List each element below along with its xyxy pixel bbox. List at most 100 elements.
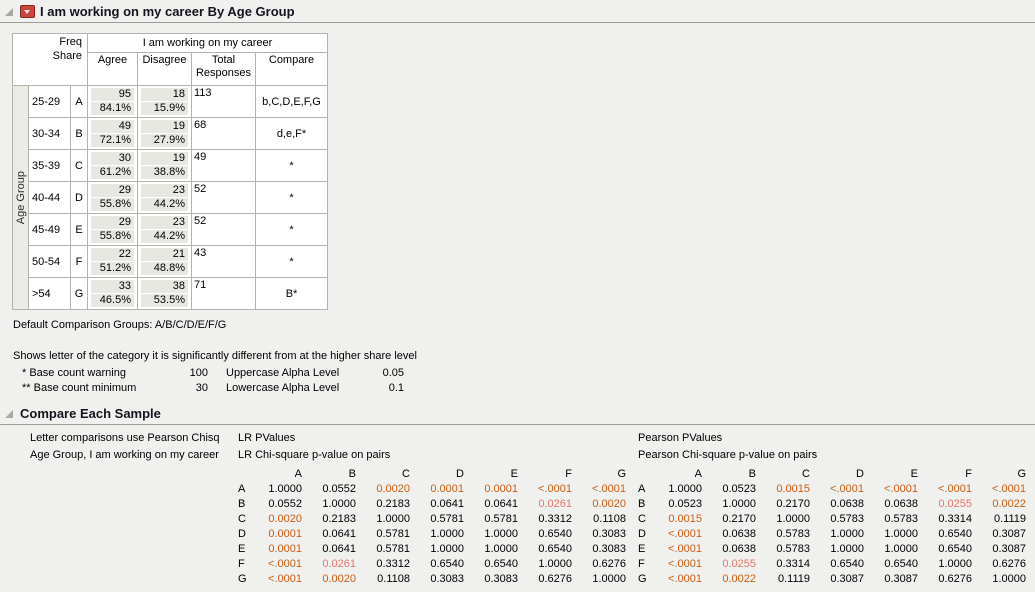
lower-alpha-label: Lowercase Alpha Level — [226, 381, 366, 396]
share-value: 53.5% — [141, 294, 188, 307]
pvalue-cell: 1.0000 — [414, 541, 468, 556]
pvalue-cell: 0.5783 — [760, 526, 814, 541]
pvalue-cell: 0.3312 — [522, 511, 576, 526]
group-letter: E — [71, 214, 88, 246]
pearson-subheading: Pearson Chi-square p-value on pairs — [638, 447, 1030, 464]
pvalue-cell: <.0001 — [922, 481, 976, 496]
pvalue-cell: 1.0000 — [922, 556, 976, 571]
count-value: 19 — [141, 120, 188, 133]
pvalue-cell: 1.0000 — [306, 496, 360, 511]
matrix-col-header: A — [652, 466, 706, 481]
pvalue-cell: <.0001 — [652, 526, 706, 541]
pvalue-cell: 0.6276 — [922, 571, 976, 586]
pvalue-cell: 0.1108 — [360, 571, 414, 586]
pvalue-cell: 1.0000 — [576, 571, 630, 586]
pvalue-cell: 0.0255 — [922, 496, 976, 511]
spacer — [208, 381, 226, 396]
crosstab-row: >54G3346.5%3853.5%71B* — [13, 278, 328, 310]
count-value: 38 — [141, 280, 188, 293]
group-letter: D — [71, 182, 88, 214]
base-warning-label: * Base count warning — [22, 366, 168, 381]
pvalue-cell: 0.0552 — [252, 496, 306, 511]
col-header-compare: Compare — [256, 53, 328, 86]
matrix-row: B0.05231.00000.21700.06380.06380.02550.0… — [638, 496, 1030, 511]
matrix-col-header: B — [706, 466, 760, 481]
pvalue-cell: 0.3087 — [976, 526, 1030, 541]
pvalue-cell: 0.3083 — [576, 526, 630, 541]
pvalue-cell: 0.5781 — [414, 511, 468, 526]
freq-share-cell: 2344.2% — [138, 214, 192, 246]
pvalue-cell: <.0001 — [868, 481, 922, 496]
pearson-pvalues-block: Pearson PValues Pearson Chi-square p-val… — [638, 430, 1030, 586]
pvalue-cell: 0.6540 — [868, 556, 922, 571]
matrix-col-header: D — [414, 466, 468, 481]
matrix-row: G<.00010.00200.11080.30830.30830.62761.0… — [238, 571, 630, 586]
freq-share-cell: 2344.2% — [138, 182, 192, 214]
count-value: 30 — [91, 152, 134, 165]
pvalue-cell: 0.3083 — [414, 571, 468, 586]
total-responses-value: 68 — [192, 118, 256, 150]
matrix-col-header: B — [306, 466, 360, 481]
disclosure-triangle-icon[interactable] — [5, 8, 13, 16]
count-value: 18 — [141, 88, 188, 101]
crosstab-row: 50-54F2251.2%2148.8%43* — [13, 246, 328, 278]
count-value: 33 — [91, 280, 134, 293]
pvalue-cell: 0.0015 — [652, 511, 706, 526]
matrix-col-header: A — [252, 466, 306, 481]
default-comparison-groups-note: Default Comparison Groups: A/B/C/D/E/F/G — [13, 318, 1035, 332]
count-value: 95 — [91, 88, 134, 101]
total-responses-value: 49 — [192, 150, 256, 182]
share-value: 27.9% — [141, 134, 188, 147]
pvalue-cell: 0.0638 — [868, 496, 922, 511]
pvalue-cell: 0.5781 — [360, 526, 414, 541]
pvalue-cell: <.0001 — [522, 481, 576, 496]
pvalue-cell: 1.0000 — [652, 481, 706, 496]
variables-note: Age Group, I am working on my career — [30, 447, 238, 464]
pvalue-cell: <.0001 — [576, 481, 630, 496]
pvalue-cell: 0.0261 — [522, 496, 576, 511]
freq-share-cell: 2251.2% — [88, 246, 138, 278]
crosstab-row: 35-39C3061.2%1938.8%49* — [13, 150, 328, 182]
matrix-col-header: D — [814, 466, 868, 481]
count-value: 19 — [141, 152, 188, 165]
base-count-alpha-table: * Base count warning 100 Uppercase Alpha… — [22, 366, 1035, 396]
matrix-row-header: G — [238, 571, 252, 586]
matrix-row-header: F — [238, 556, 252, 571]
matrix-corner — [238, 466, 252, 481]
matrix-header-row: ABCDEFG — [638, 466, 1030, 481]
matrix-col-header: G — [576, 466, 630, 481]
share-value: 55.8% — [91, 230, 134, 243]
matrix-row-header: A — [238, 481, 252, 496]
freq-share-cell: 4972.1% — [88, 118, 138, 150]
group-letter: G — [71, 278, 88, 310]
compare-each-sample-content: Letter comparisons use Pearson Chisq Age… — [0, 425, 1035, 586]
pvalue-cell: 0.3314 — [760, 556, 814, 571]
pvalue-cell: 0.0020 — [576, 496, 630, 511]
pvalue-cell: <.0001 — [652, 556, 706, 571]
pvalue-cell: 1.0000 — [468, 526, 522, 541]
red-triangle-menu-icon[interactable] — [20, 5, 35, 18]
freq-share-cell: 2148.8% — [138, 246, 192, 278]
upper-alpha-label: Uppercase Alpha Level — [226, 366, 366, 381]
total-header-line1: Total — [193, 54, 254, 67]
matrix-row-header: B — [238, 496, 252, 511]
pvalue-cell: 0.6540 — [468, 556, 522, 571]
pvalue-cell: 1.0000 — [868, 541, 922, 556]
pvalue-cell: 1.0000 — [814, 541, 868, 556]
matrix-col-header: C — [360, 466, 414, 481]
pvalue-cell: 0.0638 — [814, 496, 868, 511]
crosstab-row: Age Group25-29A9584.1%1815.9%113b,C,D,E,… — [13, 86, 328, 118]
disclosure-triangle-icon[interactable] — [5, 410, 13, 418]
compare-section-title: Compare Each Sample — [20, 406, 161, 421]
pvalue-cell: 0.0523 — [652, 496, 706, 511]
pvalue-cell: 0.1119 — [760, 571, 814, 586]
pvalue-cell: 0.0020 — [252, 511, 306, 526]
pvalue-cell: 1.0000 — [360, 511, 414, 526]
compare-letters: B* — [256, 278, 328, 310]
pvalue-cell: <.0001 — [652, 541, 706, 556]
pvalue-cell: 0.3083 — [576, 541, 630, 556]
pvalue-cell: 0.0001 — [252, 541, 306, 556]
corner-freq-label: Freq — [13, 35, 82, 49]
matrix-row: A1.00000.05230.0015<.0001<.0001<.0001<.0… — [638, 481, 1030, 496]
freq-share-cell: 1938.8% — [138, 150, 192, 182]
